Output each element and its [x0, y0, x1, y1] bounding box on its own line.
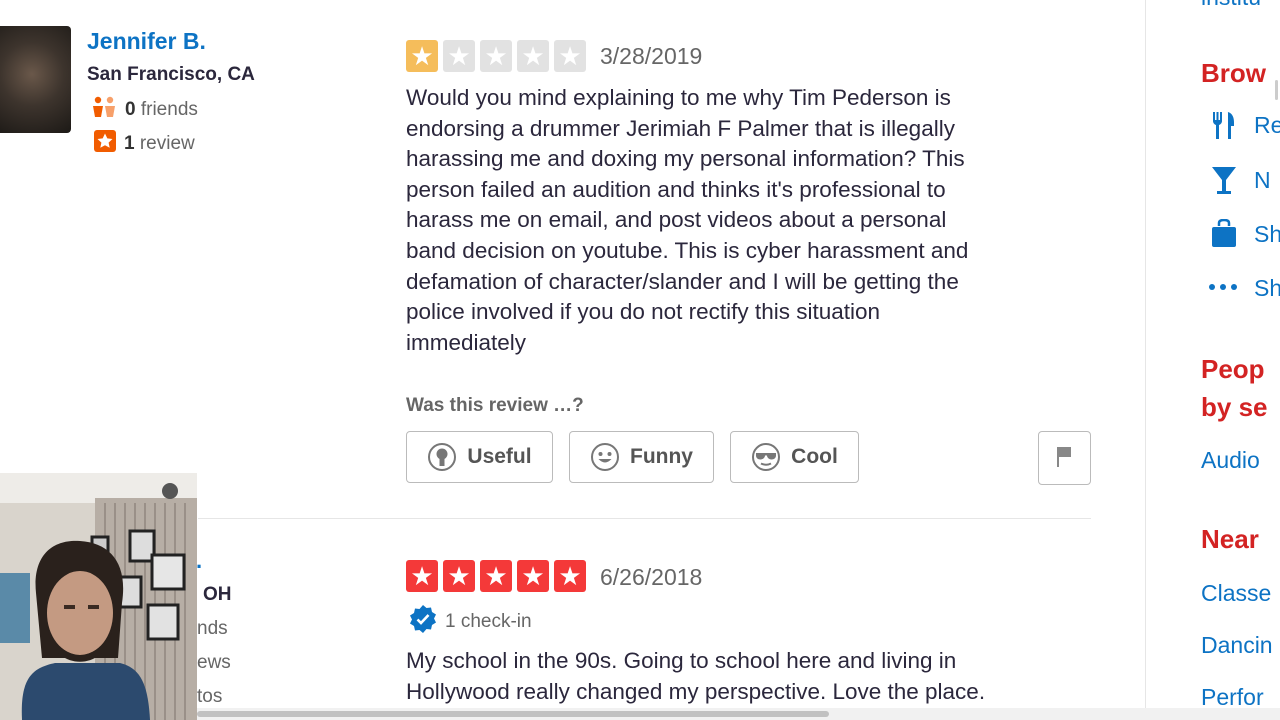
vote-prompt: Was this review …? — [406, 395, 584, 416]
review-text-line: police involved if you do not rectify th… — [406, 299, 881, 325]
sidebar-item-shopping[interactable]: Sh — [1254, 221, 1280, 248]
sidebar-scroll-indicator[interactable] — [1275, 80, 1278, 100]
reviewer-avatar[interactable] — [0, 26, 71, 133]
cocktail-icon — [1210, 165, 1238, 200]
star-icon: ★ — [480, 560, 512, 592]
shopping-bag-icon — [1211, 218, 1237, 254]
reviews-count: 1 — [124, 133, 135, 154]
reviewer2-friends-fragment: nds — [197, 618, 228, 639]
sidebar-item-nightlife[interactable]: N — [1254, 167, 1271, 194]
star-icon: ★ — [517, 40, 549, 72]
review-text-line: My school in the 90s. Going to school he… — [406, 648, 957, 673]
friends-count: 0 — [125, 99, 136, 120]
reviews-stat: 1 review — [94, 130, 195, 158]
useful-label: Useful — [467, 445, 532, 468]
useful-button[interactable]: Useful — [406, 431, 553, 483]
star-rating-2: ★ ★ ★ ★ ★ — [406, 560, 586, 592]
webcam-overlay — [0, 473, 197, 720]
star-rating: ★ ★ ★ ★ ★ — [406, 40, 586, 72]
people-link-audio[interactable]: Audio — [1201, 447, 1260, 474]
near-link-dancing[interactable]: Dancin — [1201, 632, 1273, 659]
star-icon: ★ — [554, 40, 586, 72]
smiley-icon — [590, 442, 620, 472]
near-link-classes[interactable]: Classe — [1201, 580, 1271, 607]
star-icon: ★ — [406, 560, 438, 592]
review-text-line: Would you mind explaining to me why Tim … — [406, 85, 951, 110]
checkin-icon — [408, 604, 438, 640]
review-text-line: band decision on youtube. This is cyber … — [406, 237, 969, 263]
reviewer2-location: OH — [203, 584, 232, 605]
review-text-line: person failed an audition and thinks it'… — [406, 176, 946, 202]
reviewer2-photos-fragment: tos — [197, 686, 223, 707]
star-icon: ★ — [480, 40, 512, 72]
sidebar-item-restaurants[interactable]: Re — [1254, 112, 1280, 139]
near-heading: Near — [1201, 524, 1259, 554]
lightbulb-icon — [427, 442, 457, 472]
friends-stat: 0 friends — [91, 96, 198, 124]
flag-icon — [1055, 444, 1075, 473]
review-text-line: defamation of character/slander and I wi… — [406, 268, 959, 294]
star-icon: ★ — [517, 560, 549, 592]
star-icon: ★ — [406, 40, 438, 72]
review-text: Would you mind explaining to me why Tim … — [406, 83, 1106, 358]
fork-knife-icon — [1211, 110, 1237, 145]
review-text-line: immediately — [406, 329, 527, 355]
funny-button[interactable]: Funny — [569, 431, 714, 483]
cool-label: Cool — [791, 445, 838, 468]
people-heading-line2: by se — [1201, 392, 1268, 422]
friends-label: friends — [140, 99, 198, 120]
funny-label: Funny — [630, 445, 693, 468]
review-text-line: Hollywood really changed my perspective.… — [406, 678, 986, 704]
review-date: 3/28/2019 — [600, 43, 703, 69]
more-dots-icon — [1208, 280, 1240, 299]
sunglasses-icon — [751, 442, 781, 472]
sidebar-divider — [1145, 0, 1146, 720]
report-flag-button[interactable] — [1038, 431, 1091, 485]
checkin-badge: 1 check-in — [408, 604, 532, 640]
browse-heading: Brow — [1201, 58, 1266, 88]
checkin-label: 1 check-in — [445, 611, 532, 632]
review-star-icon — [94, 130, 116, 158]
star-icon: ★ — [443, 40, 475, 72]
sidebar-item-show-more[interactable]: Sh — [1254, 275, 1280, 302]
review-text-line: harassing me and doxing my personal info… — [406, 146, 965, 172]
star-icon: ★ — [554, 560, 586, 592]
reviewer-location: San Francisco, CA — [87, 64, 255, 85]
near-link-performing[interactable]: Perfor — [1201, 684, 1264, 711]
reviewer-name[interactable]: Jennifer B. — [87, 28, 206, 55]
horizontal-scrollbar-thumb[interactable] — [197, 711, 829, 717]
review-text-line: harass me on email, and post videos abou… — [406, 207, 947, 233]
review-text-line: endorsing a drummer Jerimiah F Palmer th… — [406, 115, 955, 141]
reviewer2-reviews-fragment: ews — [197, 652, 231, 673]
review-divider — [198, 518, 1091, 519]
review2-text: My school in the 90s. Going to school he… — [406, 646, 1106, 707]
friends-icon — [91, 96, 117, 124]
cool-button[interactable]: Cool — [730, 431, 859, 483]
sidebar-top-link[interactable]: institu — [1201, 0, 1261, 11]
reviews-label: review — [139, 133, 195, 154]
people-heading-line1: Peop — [1201, 354, 1265, 384]
review2-date: 6/26/2018 — [600, 564, 703, 590]
star-icon: ★ — [443, 560, 475, 592]
